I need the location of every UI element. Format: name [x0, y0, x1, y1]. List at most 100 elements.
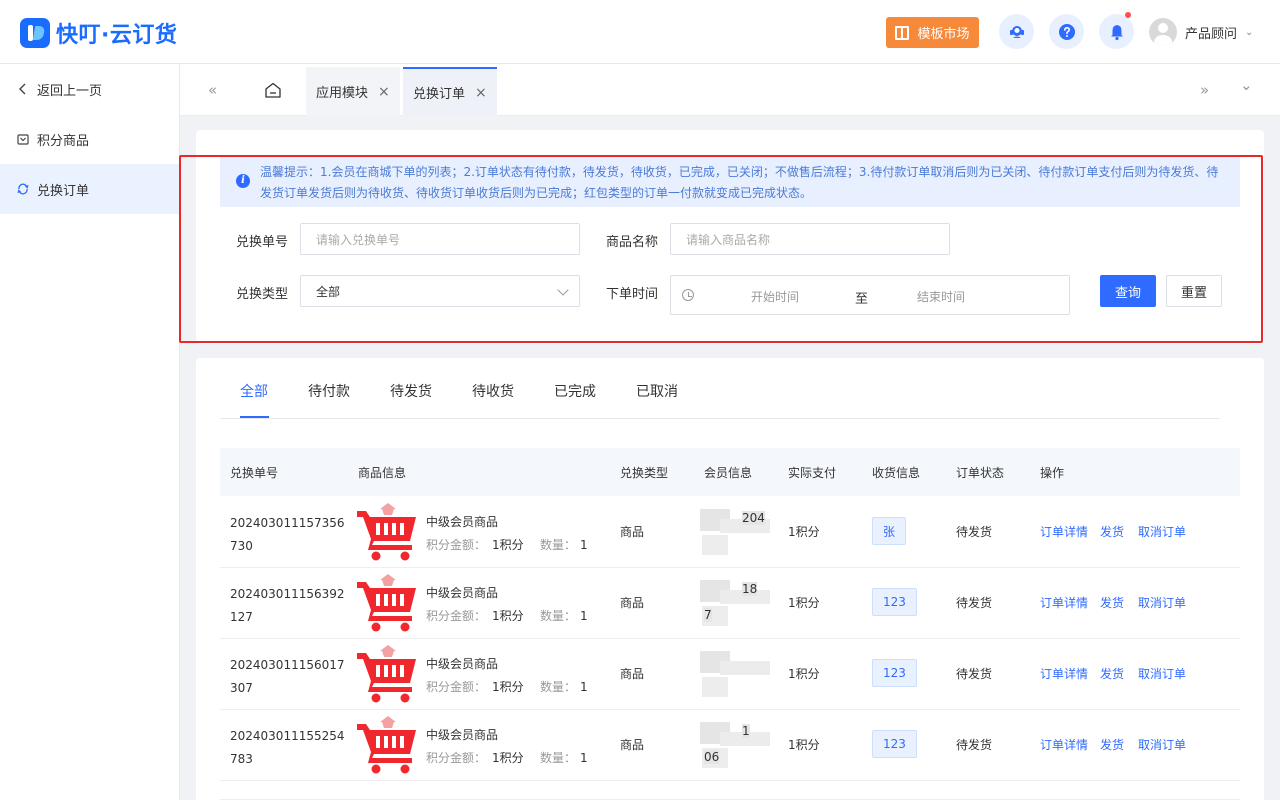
points-amount-label: 积分金额：: [426, 680, 487, 694]
order-number: 202403011155254783: [230, 729, 345, 766]
status-tab-cancelled[interactable]: 已取消: [636, 381, 678, 401]
order-number: 202403011157356730: [230, 516, 345, 553]
ship-link[interactable]: 发货: [1100, 665, 1124, 682]
cancel-order-link[interactable]: 取消订单: [1138, 594, 1186, 611]
order-detail-link[interactable]: 订单详情: [1040, 594, 1088, 611]
status-tab-completed[interactable]: 已完成: [554, 381, 596, 401]
close-icon[interactable]: ×: [378, 84, 390, 100]
sidebar-item-label: 返回上一页: [37, 83, 103, 99]
status-tab-pending-receipt[interactable]: 待收货: [472, 381, 514, 401]
exchange-type: 商品: [620, 596, 645, 610]
scroll-right-icon[interactable]: »: [1200, 81, 1209, 99]
notice-banner: i 温馨提示：1.会员在商城下单的列表；2.订单状态有待付款，待发货，待收货，已…: [220, 157, 1240, 207]
paid-amount: 1积分: [788, 525, 820, 539]
sidebar-item-back[interactable]: 返回上一页: [0, 64, 179, 114]
table-header: 兑换单号 商品信息 兑换类型 会员信息 实际支付 收货信息 订单状态 操作: [220, 448, 1240, 496]
customer-service-button[interactable]: [999, 14, 1034, 49]
ship-link[interactable]: 发货: [1100, 523, 1124, 540]
avatar: [1149, 18, 1177, 46]
cancel-order-link[interactable]: 取消订单: [1138, 523, 1186, 540]
col-product: 商品信息: [358, 466, 407, 480]
product-name: 中级会员商品: [426, 657, 499, 671]
quantity-value: 1: [580, 751, 588, 765]
page-tab-bar: « 应用模块 × 兑换订单 × » ⌄: [180, 64, 1280, 116]
points-amount-value: 1积分: [492, 538, 524, 552]
product-image: [357, 503, 416, 561]
chevron-down-icon[interactable]: ⌄: [1240, 76, 1253, 94]
home-icon[interactable]: [264, 81, 282, 99]
order-status: 待发货: [956, 525, 993, 539]
points-amount-label: 积分金额：: [426, 751, 487, 765]
quantity: 数量： 1: [540, 678, 588, 695]
clock-icon: [682, 289, 694, 301]
order-no-input[interactable]: 请输入兑换单号: [300, 223, 580, 255]
exchange-icon: [17, 183, 29, 195]
col-member: 会员信息: [704, 466, 753, 480]
order-number: 202403011156392127: [230, 587, 345, 624]
template-icon: [895, 25, 910, 40]
points-amount: 积分金额： 1积分: [426, 536, 524, 553]
product-name: 中级会员商品: [426, 728, 499, 742]
product-image: [357, 716, 416, 774]
notification-button[interactable]: [1099, 12, 1134, 49]
shipping-info-tag[interactable]: 123: [872, 730, 917, 758]
table-row: 202403011157356730 中级会员商品 积分金额： 1积分 数量： 1 商品 20…: [220, 497, 1240, 568]
template-market-button[interactable]: 模板市场: [886, 17, 979, 48]
tab-label: 应用模块: [316, 86, 369, 101]
quantity-label: 数量：: [540, 751, 577, 765]
status-tab-pending-payment[interactable]: 待付款: [308, 381, 350, 401]
product-name-input[interactable]: 请输入商品名称: [670, 223, 950, 255]
status-tab-all[interactable]: 全部: [240, 381, 268, 401]
ship-link[interactable]: 发货: [1100, 736, 1124, 753]
tab-divider: [220, 418, 1220, 419]
active-tab-indicator: [240, 416, 269, 418]
shipping-info-tag[interactable]: 123: [872, 588, 917, 616]
sidebar-item-label: 积分商品: [37, 133, 90, 149]
app-logo[interactable]: 快叮·云订货: [20, 17, 177, 49]
tab-exchange-orders[interactable]: 兑换订单 ×: [403, 67, 497, 116]
member-info-blurred: [700, 651, 770, 697]
order-time-label: 下单时间: [606, 287, 659, 302]
member-info-blurred: 1 06: [700, 722, 770, 768]
exchange-type-select[interactable]: 全部: [300, 275, 580, 307]
member-info-line1: 18: [742, 582, 758, 596]
shipping-info-tag[interactable]: 张: [872, 517, 907, 545]
table-row: 202403011155254783 中级会员商品 积分金额： 1积分 数量： 1 商品 1 0…: [220, 710, 1240, 781]
start-time-input[interactable]: 开始时间: [751, 288, 799, 305]
cancel-order-link[interactable]: 取消订单: [1138, 736, 1186, 753]
quantity-label: 数量：: [540, 609, 577, 623]
points-amount-value: 1积分: [492, 609, 524, 623]
shipping-info-tag[interactable]: 123: [872, 659, 917, 687]
scroll-left-icon[interactable]: «: [208, 81, 217, 99]
status-tab-pending-shipment[interactable]: 待发货: [390, 381, 432, 401]
sidebar-item-label: 兑换订单: [37, 183, 90, 199]
top-header: 快叮·云订货 模板市场 产品顾问 ⌄: [0, 0, 1280, 64]
order-status: 待发货: [956, 667, 993, 681]
gift-box-icon: [17, 134, 29, 145]
notification-badge: [1125, 12, 1131, 18]
help-button[interactable]: [1049, 14, 1084, 49]
product-image: [357, 645, 416, 703]
order-detail-link[interactable]: 订单详情: [1040, 523, 1088, 540]
user-menu[interactable]: 产品顾问 ⌄: [1149, 18, 1253, 46]
order-detail-link[interactable]: 订单详情: [1040, 665, 1088, 682]
close-icon[interactable]: ×: [475, 85, 487, 101]
order-status: 待发货: [956, 738, 993, 752]
member-info-line1: 1: [742, 724, 750, 738]
info-icon: i: [236, 174, 250, 188]
points-amount: 积分金额： 1积分: [426, 678, 524, 695]
end-time-input[interactable]: 结束时间: [917, 288, 965, 305]
reset-button[interactable]: 重置: [1166, 275, 1222, 307]
paid-amount: 1积分: [788, 738, 820, 752]
sidebar-item-exchange-orders[interactable]: 兑换订单: [0, 164, 179, 214]
ship-link[interactable]: 发货: [1100, 594, 1124, 611]
tab-app-modules[interactable]: 应用模块 ×: [306, 67, 400, 116]
quantity-value: 1: [580, 538, 588, 552]
order-detail-link[interactable]: 订单详情: [1040, 736, 1088, 753]
sidebar-item-points-products[interactable]: 积分商品: [0, 114, 179, 164]
search-button[interactable]: 查询: [1100, 275, 1156, 307]
order-time-range-picker[interactable]: 开始时间 至 结束时间: [670, 275, 1070, 315]
tab-label: 兑换订单: [413, 87, 466, 102]
quantity-value: 1: [580, 609, 588, 623]
cancel-order-link[interactable]: 取消订单: [1138, 665, 1186, 682]
